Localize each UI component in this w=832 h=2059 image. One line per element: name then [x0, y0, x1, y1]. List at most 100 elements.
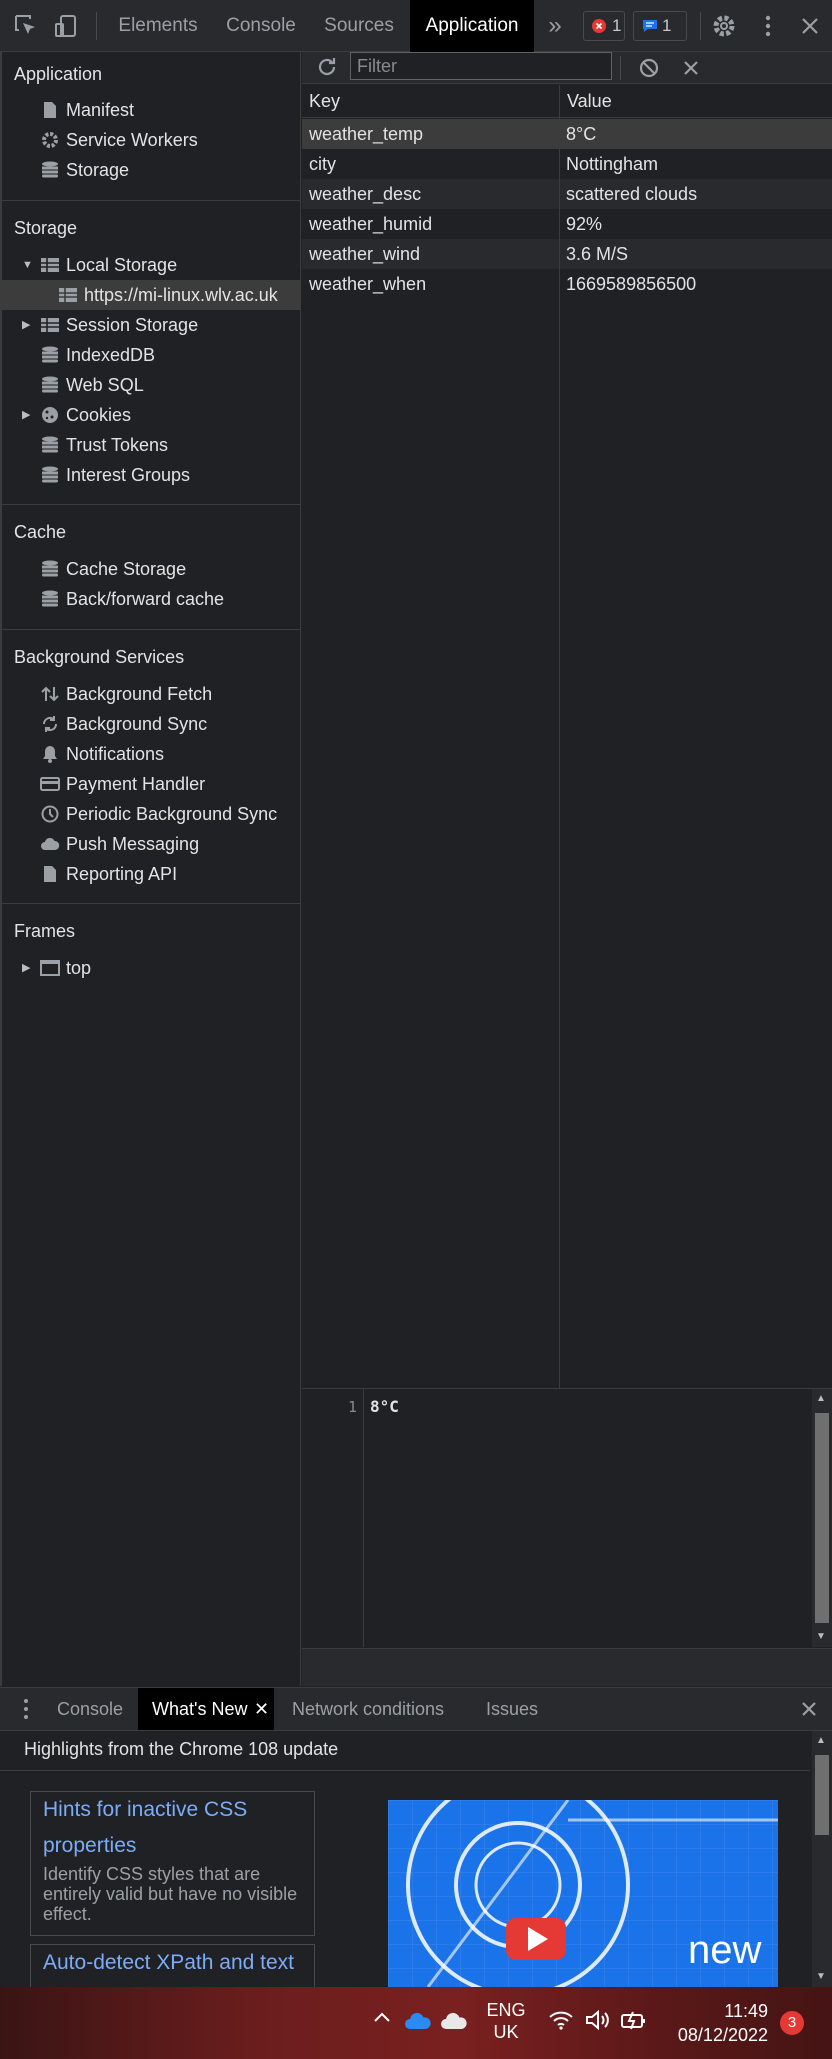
feature-card-title[interactable]: Auto-detect XPath and text	[31, 1945, 314, 1981]
up-down-arrows-icon	[41, 686, 59, 702]
column-header-key[interactable]: Key	[302, 85, 559, 118]
collapsed-triangle-icon[interactable]: ▶	[22, 400, 30, 430]
clear-all-block-icon[interactable]	[636, 55, 662, 81]
messages-counter[interactable]: 1	[633, 11, 687, 41]
sidebar-item-background-sync[interactable]: Background Sync	[2, 709, 301, 739]
tab-console[interactable]: Console	[216, 0, 306, 52]
scroll-down-arrow-icon[interactable]: ▼	[816, 1631, 826, 1642]
onedrive-white-cloud-icon[interactable]	[440, 2011, 468, 2036]
scrollbar-thumb[interactable]	[815, 1755, 829, 1835]
close-devtools-icon[interactable]	[796, 12, 824, 40]
sidebar-item-label: Web SQL	[66, 375, 144, 395]
sidebar-item-label: Session Storage	[66, 315, 199, 335]
tab-application[interactable]: Application	[410, 0, 534, 52]
sidebar-item-interest-groups[interactable]: Interest Groups	[2, 460, 301, 490]
whats-new-panel: Highlights from the Chrome 108 update Hi…	[0, 1731, 832, 1987]
table-row[interactable]: weather_wind 3.6 M/S	[302, 239, 832, 269]
scrollbar-thumb[interactable]	[815, 1413, 829, 1623]
scroll-down-arrow-icon[interactable]: ▼	[816, 1971, 826, 1982]
drawer-tab-console[interactable]: Console	[44, 1688, 136, 1730]
sidebar-item-web-sql[interactable]: Web SQL	[2, 370, 301, 400]
scroll-up-arrow-icon[interactable]: ▲	[816, 1393, 826, 1404]
row-key: weather_temp	[309, 124, 424, 144]
value-preview-editor[interactable]: 1 8°C ▲ ▼	[302, 1388, 832, 1648]
sidebar-item-cache-storage[interactable]: Cache Storage	[2, 554, 301, 584]
preview-scrollbar[interactable]: ▲ ▼	[812, 1389, 832, 1647]
close-drawer-icon[interactable]	[796, 1696, 822, 1722]
show-hidden-icons-chevron-icon[interactable]	[372, 2007, 392, 2033]
more-options-kebab-icon[interactable]	[754, 12, 782, 40]
windows-taskbar: ENG UK 11:49 08/12/2022 3	[0, 1987, 832, 2059]
collapsed-triangle-icon[interactable]: ▶	[22, 953, 30, 983]
drawer-scrollbar[interactable]: ▲ ▼	[812, 1731, 832, 1987]
more-tabs-chevron-icon[interactable]: »	[540, 0, 570, 52]
clock[interactable]: 11:49 08/12/2022	[668, 1999, 768, 2047]
feature-card-title[interactable]: Hints for inactive CSS properties	[31, 1792, 314, 1864]
feature-card[interactable]: Auto-detect XPath and text	[30, 1944, 315, 1987]
sidebar-item-background-fetch[interactable]: Background Fetch	[2, 679, 301, 709]
battery-charging-icon[interactable]	[620, 2009, 648, 2036]
table-row[interactable]: city Nottingham	[302, 149, 832, 179]
sidebar-item-reporting-api[interactable]: Reporting API	[2, 859, 301, 889]
close-tab-icon[interactable]: ✕	[254, 1688, 269, 1730]
table-row[interactable]: weather_when 1669589856500	[302, 269, 832, 299]
notification-count-badge[interactable]: 3	[780, 2011, 804, 2035]
sidebar-item-local-storage[interactable]: ▼ Local Storage	[2, 250, 301, 280]
row-key: weather_humid	[309, 214, 433, 234]
sidebar-item-session-storage[interactable]: ▶ Session Storage	[2, 310, 301, 340]
drawer-tab-bar: Console What's New ✕ Network conditions …	[0, 1687, 832, 1731]
section-divider	[2, 629, 301, 630]
input-language-indicator[interactable]: ENG UK	[484, 1999, 528, 2043]
wifi-icon[interactable]	[548, 2009, 574, 2036]
tab-sources[interactable]: Sources	[316, 0, 402, 52]
tab-elements[interactable]: Elements	[110, 0, 206, 52]
device-toolbar-icon[interactable]	[52, 12, 80, 40]
database-icon	[42, 466, 58, 483]
drawer-tab-issues[interactable]: Issues	[474, 1688, 550, 1730]
clock-date: 08/12/2022	[677, 2025, 768, 2045]
drawer-tab-network-conditions[interactable]: Network conditions	[282, 1688, 454, 1730]
toolbar-divider	[700, 12, 701, 40]
database-icon	[42, 161, 58, 178]
errors-counter[interactable]: 1	[583, 11, 625, 41]
filter-divider	[620, 56, 621, 80]
column-header-value[interactable]: Value	[560, 85, 832, 118]
settings-gear-icon[interactable]	[710, 12, 738, 40]
delete-selected-close-icon[interactable]	[678, 55, 704, 81]
sidebar-item-trust-tokens[interactable]: Trust Tokens	[2, 430, 301, 460]
section-title-background-services: Background Services	[14, 647, 185, 667]
drawer-menu-kebab-icon[interactable]	[18, 1696, 34, 1722]
scroll-up-arrow-icon[interactable]: ▲	[816, 1735, 826, 1746]
table-row[interactable]: weather_humid 92%	[302, 209, 832, 239]
refresh-icon[interactable]	[314, 54, 340, 80]
sidebar-item-local-storage-origin[interactable]: https://mi-linux.wlv.ac.uk	[2, 280, 301, 310]
inspect-element-icon[interactable]	[12, 12, 40, 40]
table-row[interactable]: weather_desc scattered clouds	[302, 179, 832, 209]
sidebar-item-push-messaging[interactable]: Push Messaging	[2, 829, 301, 859]
sidebar-item-cookies[interactable]: ▶ Cookies	[2, 400, 301, 430]
sidebar-item-periodic-background-sync[interactable]: Periodic Background Sync	[2, 799, 301, 829]
feature-card[interactable]: Hints for inactive CSS properties Identi…	[30, 1791, 315, 1936]
sidebar-item-manifest[interactable]: Manifest	[2, 95, 301, 125]
sidebar-item-payment-handler[interactable]: Payment Handler	[2, 769, 301, 799]
table-row[interactable]: weather_temp 8°C	[302, 119, 832, 149]
sidebar-item-notifications[interactable]: Notifications	[2, 739, 301, 769]
collapsed-triangle-icon[interactable]: ▶	[22, 310, 30, 340]
volume-speaker-icon[interactable]	[584, 2009, 612, 2036]
row-key: city	[309, 154, 336, 174]
sidebar-item-back-forward-cache[interactable]: Back/forward cache	[2, 584, 301, 614]
column-divider[interactable]	[559, 85, 560, 1388]
onedrive-blue-cloud-icon[interactable]	[404, 2011, 432, 2036]
gear-icon	[42, 132, 58, 148]
row-value: 8°C	[566, 124, 597, 144]
drawer-tab-whats-new[interactable]: What's New ✕	[138, 1688, 274, 1730]
expanded-triangle-icon[interactable]: ▼	[22, 250, 33, 280]
sidebar-item-label: Manifest	[66, 100, 135, 120]
row-key: weather_wind	[309, 244, 421, 264]
sidebar-item-service-workers[interactable]: Service Workers	[2, 125, 301, 155]
chrome-108-video-thumbnail[interactable]: new	[388, 1800, 778, 1987]
sidebar-item-storage[interactable]: Storage	[2, 155, 301, 185]
sidebar-item-indexeddb[interactable]: IndexedDB	[2, 340, 301, 370]
sidebar-item-frame-top[interactable]: ▶ top	[2, 953, 301, 983]
filter-input[interactable]	[350, 52, 612, 80]
